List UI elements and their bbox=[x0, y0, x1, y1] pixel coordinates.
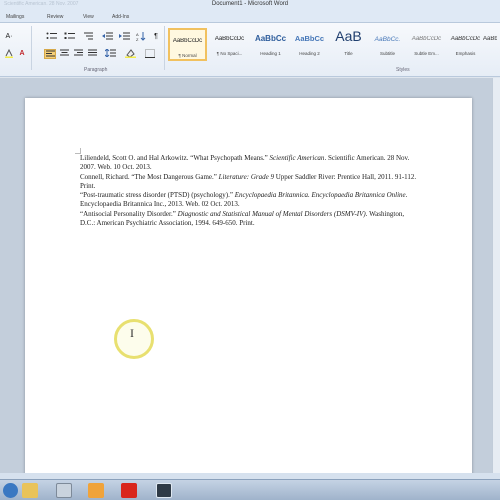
folder-icon[interactable] bbox=[22, 483, 38, 498]
style-sample: AaBbCcDc bbox=[450, 36, 481, 42]
tab-mailings[interactable]: Mailings bbox=[6, 14, 24, 20]
style-subtle-emphasis[interactable]: AaBbCcDc Subtle Em... bbox=[407, 28, 446, 61]
numbering-icon[interactable] bbox=[62, 32, 76, 42]
citation-entry: Liliendeld, Scott O. and Hal Arkowitz. “… bbox=[80, 154, 410, 172]
document-area: Liliendeld, Scott O. and Hal Arkowitz. “… bbox=[0, 78, 500, 478]
style-name: ¶ Normal bbox=[178, 53, 197, 58]
align-left-button[interactable] bbox=[44, 49, 56, 59]
tab-view[interactable]: View bbox=[83, 14, 94, 20]
ribbon: A· A AZ ¶ Paragraph AaBbCcDc ¶ Normal Aa… bbox=[0, 23, 500, 77]
pdf-icon[interactable] bbox=[121, 483, 137, 498]
start-icon[interactable] bbox=[3, 483, 18, 498]
screen-capture-icon[interactable] bbox=[156, 483, 172, 498]
justify-button[interactable] bbox=[86, 49, 98, 59]
citation-entry: “Antisocial Personality Disorder.” Diagn… bbox=[80, 209, 405, 228]
group-separator bbox=[164, 26, 165, 70]
style-emphasis[interactable]: AaBbCcDc Emphasis bbox=[446, 28, 485, 61]
borders-icon[interactable] bbox=[143, 49, 157, 59]
font-color-icon[interactable]: A bbox=[16, 49, 28, 59]
document-page[interactable]: Liliendeld, Scott O. and Hal Arkowitz. “… bbox=[25, 98, 472, 478]
style-name: Heading 2 bbox=[299, 51, 320, 56]
increase-indent-icon[interactable] bbox=[117, 32, 131, 42]
highlight-color-icon[interactable] bbox=[3, 48, 15, 59]
multilevel-list-icon[interactable] bbox=[80, 32, 94, 42]
style-sample: AaBb bbox=[483, 36, 497, 42]
align-right-button[interactable] bbox=[72, 49, 84, 59]
text-cursor-icon: I bbox=[130, 326, 134, 340]
style-name: ¶ No Spaci... bbox=[216, 51, 243, 56]
style-name: Subtitle bbox=[379, 51, 395, 56]
style-sample: AaBbCc bbox=[254, 34, 287, 43]
ribbon-tabs: Mailings Review View Add-Ins bbox=[0, 11, 500, 23]
works-cited-list[interactable]: Liliendeld, Scott O. and Hal Arkowitz. “… bbox=[80, 154, 420, 228]
style-name: Emphasis bbox=[455, 51, 476, 56]
style-name: Subtle Em... bbox=[414, 51, 439, 56]
citation-entry: Connell, Richard. “The Most Dangerous Ga… bbox=[80, 172, 417, 190]
document-icon[interactable] bbox=[56, 483, 72, 498]
citation-entry: “Post-traumatic stress disorder (PTSD) (… bbox=[80, 191, 408, 209]
shading-icon[interactable] bbox=[123, 49, 137, 59]
style-heading-2[interactable]: AaBbCc Heading 2 bbox=[290, 28, 329, 61]
style-sample: AaBbCc bbox=[294, 34, 325, 43]
tab-add-ins[interactable]: Add-Ins bbox=[112, 14, 129, 20]
bullets-icon[interactable] bbox=[44, 32, 58, 42]
styles-group-label: Styles bbox=[396, 67, 410, 73]
style-no-spacing[interactable]: AaBbCcDc ¶ No Spaci... bbox=[210, 28, 249, 61]
sort-icon[interactable]: AZ bbox=[135, 32, 147, 42]
styles-gallery: AaBbCcDc ¶ Normal AaBbCcDc ¶ No Spaci...… bbox=[167, 28, 497, 64]
style-more[interactable]: AaBb bbox=[483, 28, 497, 61]
style-name: Title bbox=[344, 51, 353, 56]
style-subtitle[interactable]: AaBbCc. Subtitle bbox=[368, 28, 407, 61]
tab-review[interactable]: Review bbox=[47, 14, 63, 20]
style-heading-1[interactable]: AaBbCc Heading 1 bbox=[251, 28, 290, 61]
group-separator bbox=[31, 26, 32, 70]
svg-text:Z: Z bbox=[136, 37, 139, 41]
decrease-indent-icon[interactable] bbox=[100, 32, 114, 42]
style-normal[interactable]: AaBbCcDc ¶ Normal bbox=[168, 28, 207, 61]
style-title[interactable]: AaB Title bbox=[329, 28, 368, 61]
style-sample: AaBbCcDc bbox=[411, 36, 442, 42]
style-sample: AaBbCc. bbox=[374, 36, 401, 43]
style-name: Heading 1 bbox=[260, 51, 281, 56]
taskbar bbox=[0, 479, 500, 500]
align-center-button[interactable] bbox=[58, 49, 70, 59]
paragraph-group-label: Paragraph bbox=[84, 67, 108, 73]
vertical-scrollbar[interactable] bbox=[492, 78, 500, 473]
window-title: Document1 - Microsoft Word bbox=[211, 1, 289, 7]
show-hide-pilcrow-button[interactable]: ¶ bbox=[151, 32, 161, 42]
font-size-button[interactable]: A· bbox=[2, 32, 16, 42]
line-spacing-icon[interactable] bbox=[103, 48, 117, 59]
cursor-highlight-ring bbox=[114, 319, 154, 359]
outlook-icon[interactable] bbox=[88, 483, 104, 498]
style-sample: AaB bbox=[335, 28, 362, 44]
style-sample: AaBbCcDc bbox=[214, 36, 245, 42]
title-bar: Scientific American. 28 Nov. 2007 Docume… bbox=[0, 0, 500, 11]
style-sample: AaBbCcDc bbox=[172, 38, 203, 44]
